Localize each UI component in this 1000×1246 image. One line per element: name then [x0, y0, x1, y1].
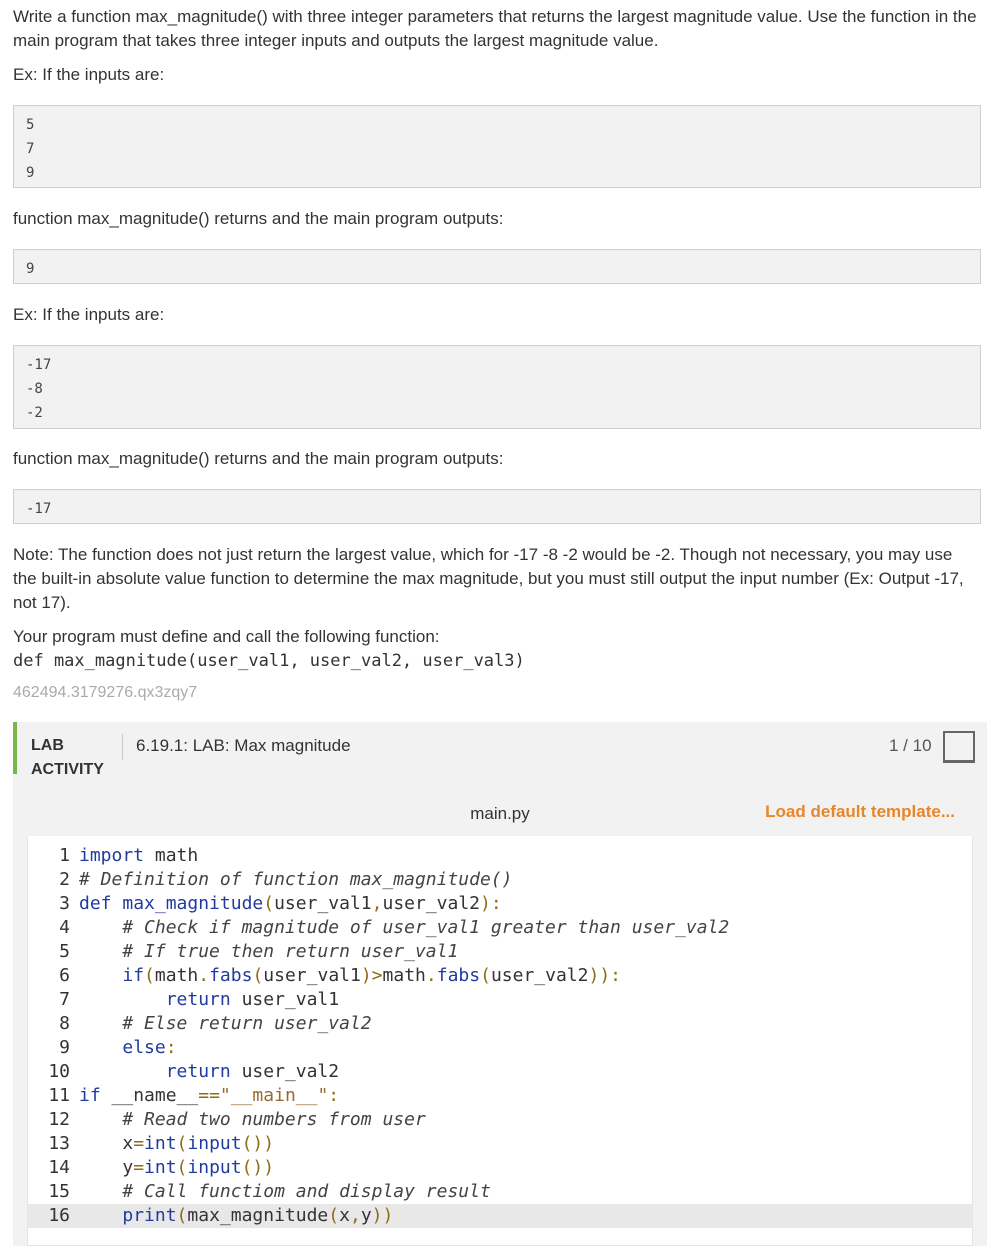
code-line[interactable]: 1 import math: [27, 844, 973, 868]
code-text[interactable]: x=int(input()): [79, 1132, 274, 1156]
line-number: 16: [48, 1205, 70, 1226]
line-number: 15: [48, 1181, 70, 1202]
code-line[interactable]: 3 def max_magnitude(user_val1,user_val2):: [27, 892, 973, 916]
line-number: 2: [59, 869, 70, 890]
example2-output-value: -17: [26, 501, 52, 517]
code-line[interactable]: 2 # Definition of function max_magnitude(…: [27, 868, 973, 892]
code-line[interactable]: 15 # Call functiom and display result: [27, 1180, 973, 1204]
code-text[interactable]: import math: [79, 844, 198, 868]
code-line[interactable]: 6 if(math.fabs(user_val1)>math.fabs(user…: [27, 964, 973, 988]
line-number: 3: [59, 893, 70, 914]
example1-input-line: 7: [26, 141, 35, 157]
code-line[interactable]: 9 else:: [27, 1036, 973, 1060]
function-signature: def max_magnitude(user_val1, user_val2, …: [13, 651, 525, 671]
code-text[interactable]: if __name__=="__main__":: [79, 1084, 339, 1108]
line-number: 13: [48, 1133, 70, 1154]
example2-input-line: -2: [26, 405, 43, 421]
line-number: 10: [48, 1061, 70, 1082]
example1-label: Ex: If the inputs are:: [13, 65, 165, 84]
example1-output-label: function max_magnitude() returns and the…: [13, 209, 504, 228]
code-text[interactable]: # If true then return user_val1: [79, 940, 458, 964]
code-line[interactable]: 8 # Else return user_val2: [27, 1012, 973, 1036]
line-number: 8: [59, 1013, 70, 1034]
problem-intro: Write a function max_magnitude() with th…: [13, 7, 977, 50]
line-number: 5: [59, 941, 70, 962]
code-text[interactable]: # Definition of function max_magnitude(): [79, 868, 512, 892]
lab-title: 6.19.1: LAB: Max magnitude: [136, 736, 351, 755]
example2-input-line: -8: [26, 381, 43, 397]
code-line[interactable]: 13 x=int(input()): [27, 1132, 973, 1156]
code-line[interactable]: 14 y=int(input()): [27, 1156, 973, 1180]
line-number: 1: [59, 845, 70, 866]
code-text[interactable]: # Check if magnitude of user_val1 greate…: [79, 916, 729, 940]
line-number: 4: [59, 917, 70, 938]
example1-output-box: 9: [13, 249, 981, 284]
line-number: 14: [48, 1157, 70, 1178]
code-text[interactable]: # Read two numbers from user: [79, 1108, 425, 1132]
editor-header: main.py Load default template...: [27, 792, 973, 836]
example1-output-value: 9: [26, 261, 35, 277]
line-number: 6: [59, 965, 70, 986]
line-number: 11: [48, 1085, 70, 1106]
example1-input-box: 5 7 9: [13, 105, 981, 188]
example2-input-box: -17 -8 -2: [13, 345, 981, 429]
code-line[interactable]: 11 if __name__=="__main__":: [27, 1084, 973, 1108]
example1-input-line: 5: [26, 117, 35, 133]
code-lines[interactable]: 1 import math 2 # Definition of function ma…: [27, 844, 973, 1228]
line-number: 12: [48, 1109, 70, 1130]
code-line[interactable]: 4 # Check if magnitude of user_val1 grea…: [27, 916, 973, 940]
example2-input-line: -17: [26, 357, 52, 373]
code-text[interactable]: # Call functiom and display result: [79, 1180, 490, 1204]
code-line[interactable]: 12 # Read two numbers from user: [27, 1108, 973, 1132]
line-number: 9: [59, 1037, 70, 1058]
code-text[interactable]: return user_val2: [79, 1060, 339, 1084]
code-text[interactable]: print(max_magnitude(x,y)): [79, 1204, 393, 1228]
example1-input-line: 9: [26, 165, 35, 181]
code-text[interactable]: def max_magnitude(user_val1,user_val2):: [79, 892, 502, 916]
code-line[interactable]: 7 return user_val1: [27, 988, 973, 1012]
load-default-template-button[interactable]: Load default template...: [765, 802, 955, 822]
code-text[interactable]: y=int(input()): [79, 1156, 274, 1180]
code-line[interactable]: 5 # If true then return user_val1: [27, 940, 973, 964]
completion-box-icon: [943, 731, 975, 763]
code-text[interactable]: else:: [79, 1036, 176, 1060]
example2-output-label: function max_magnitude() returns and the…: [13, 449, 504, 468]
header-divider: [122, 734, 123, 760]
code-text[interactable]: if(math.fabs(user_val1)>math.fabs(user_v…: [79, 964, 621, 988]
code-line[interactable]: 16 print(max_magnitude(x,y)): [27, 1204, 973, 1228]
lab-activity-header: LAB ACTIVITY 6.19.1: LAB: Max magnitude …: [13, 722, 987, 778]
code-text[interactable]: # Else return user_val2: [79, 1012, 371, 1036]
example2-label: Ex: If the inputs are:: [13, 305, 165, 324]
must-define-text: Your program must define and call the fo…: [13, 627, 440, 646]
lab-score: 1 / 10: [889, 736, 932, 755]
reference-id: 462494.3179276.qx3zqy7: [13, 684, 198, 701]
code-line[interactable]: 10 return user_val2: [27, 1060, 973, 1084]
note-paragraph: Note: The function does not just return …: [13, 545, 964, 612]
code-text[interactable]: return user_val1: [79, 988, 339, 1012]
line-number: 7: [59, 989, 70, 1010]
example2-output-box: -17: [13, 489, 981, 524]
